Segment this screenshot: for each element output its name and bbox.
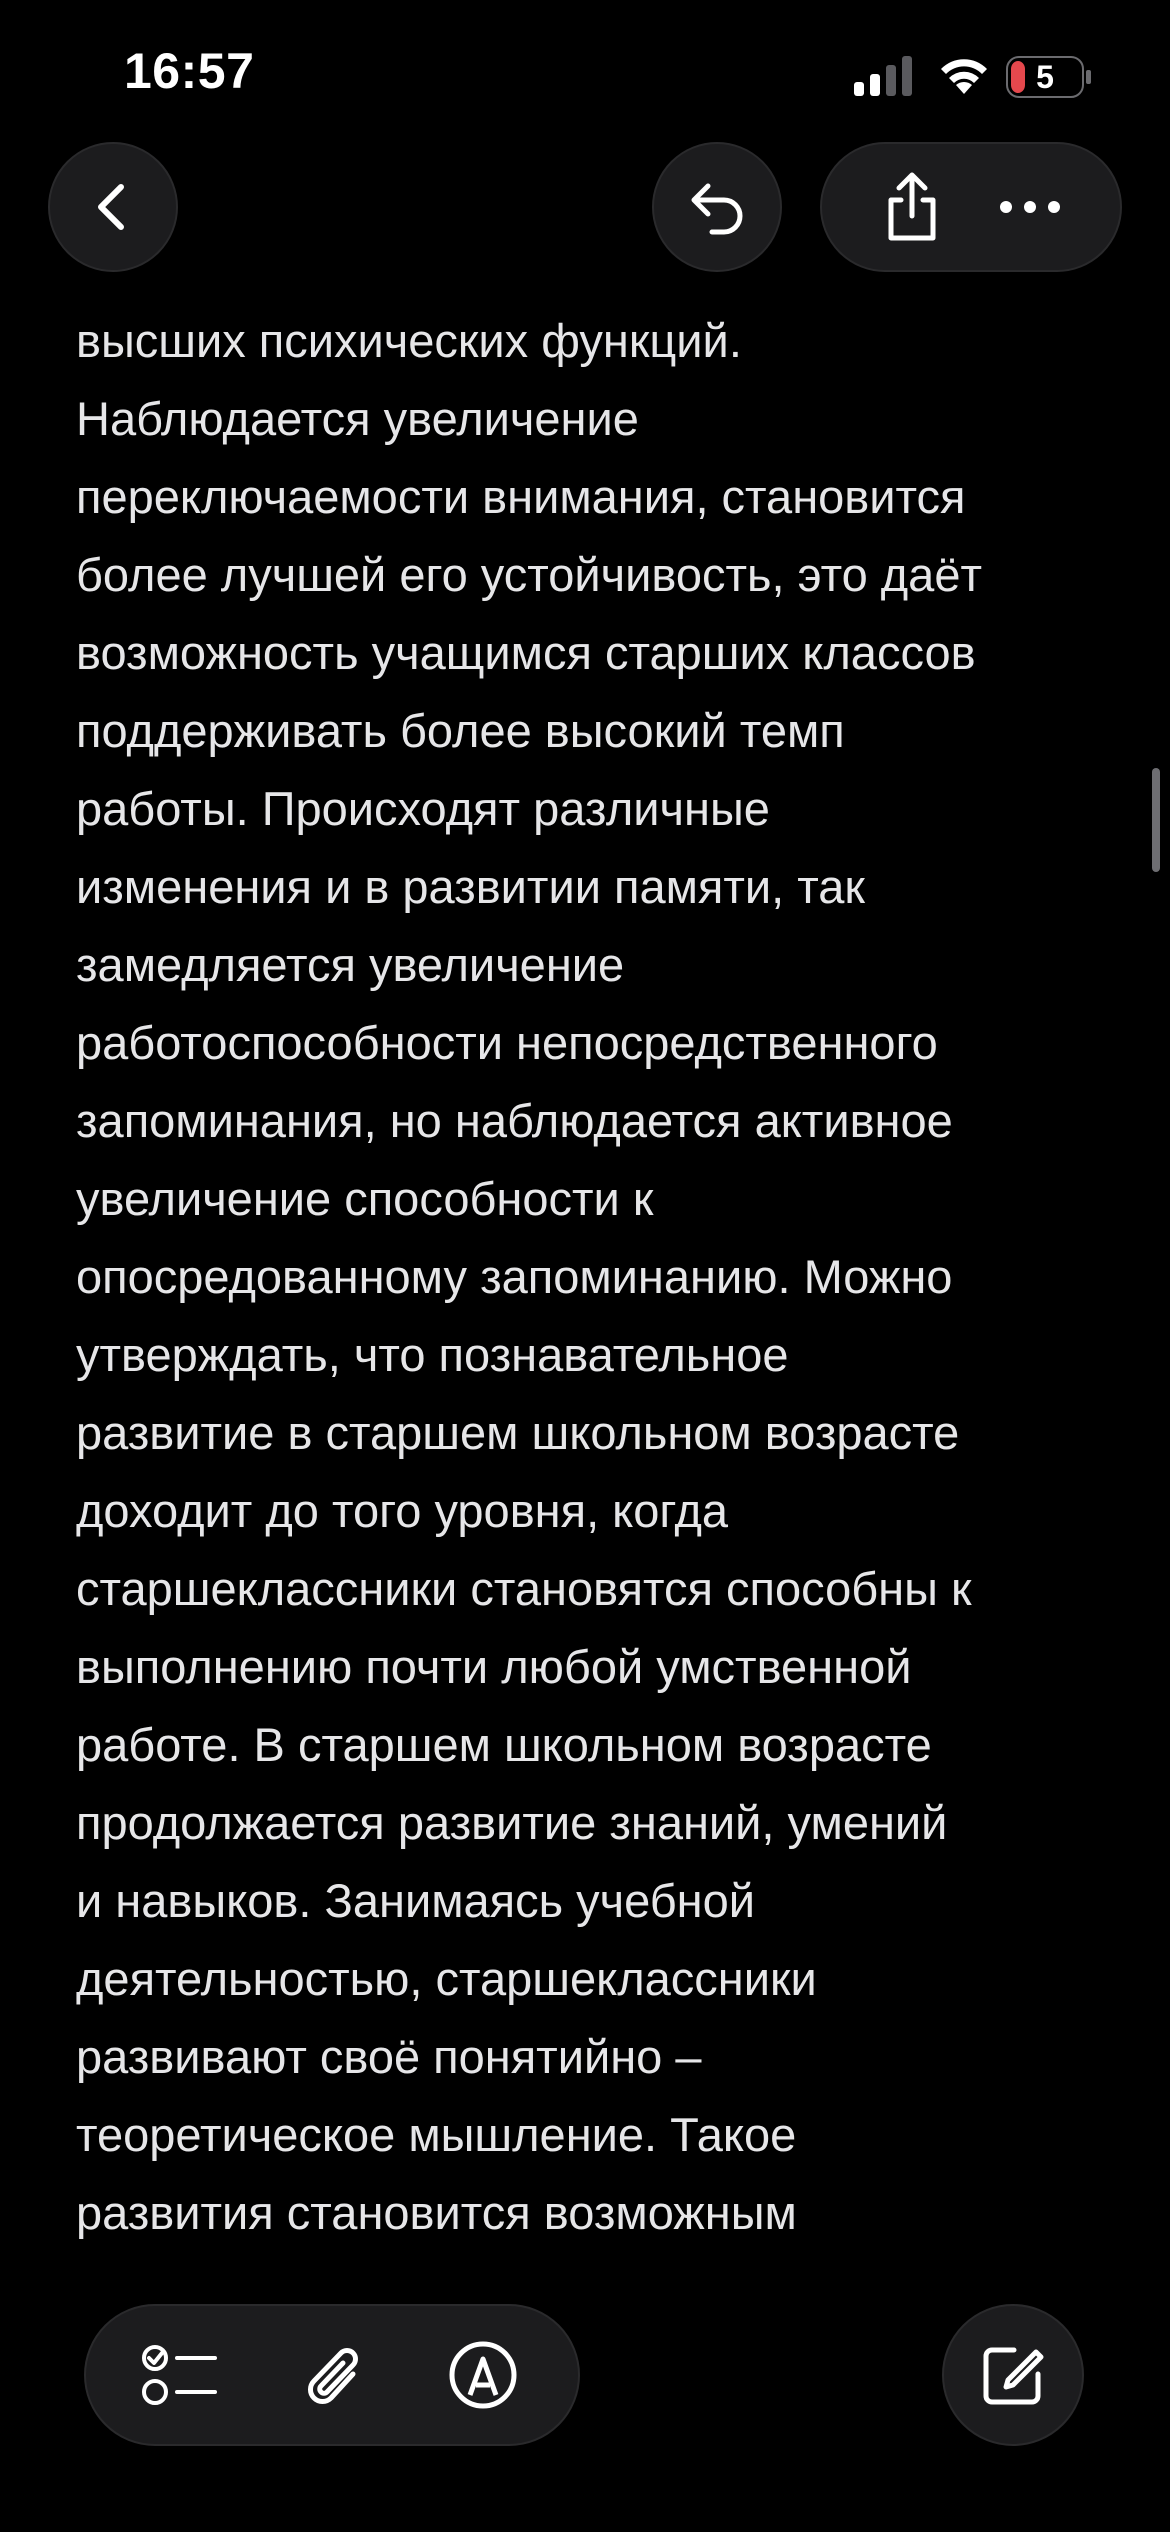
note-text-line: переключаемости внимания, становится (76, 470, 966, 523)
note-text-line: работе. В старшем школьном возрасте (76, 1718, 932, 1771)
note-actions-group (820, 142, 1122, 272)
note-text-line: выполнению почти любой умственной (76, 1640, 912, 1693)
undo-icon (691, 183, 743, 235)
note-text-line: более лучшей его устойчивость, это даёт (76, 548, 982, 601)
attachment-button[interactable] (277, 2320, 387, 2430)
note-text-line: развивают своё понятийно – (76, 2030, 702, 2083)
back-button[interactable] (48, 142, 178, 272)
markup-pen-icon (449, 2341, 517, 2409)
status-bar: 16:57 5 (0, 0, 1170, 140)
compose-icon (983, 2347, 1044, 2405)
note-text-line: развития становится возможным (76, 2186, 797, 2239)
cellular-signal-icon (854, 56, 912, 96)
note-text-line: работы. Происходят различные (76, 782, 770, 835)
note-text-line: деятельностью, старшеклассники (76, 1952, 817, 2005)
note-text-line: утверждать, что познавательное (76, 1328, 789, 1381)
note-text-line: замедляется увеличение (76, 938, 625, 991)
note-text-line: поддерживать более высокий темп (76, 704, 845, 757)
note-text-line: запоминания, но наблюдается активное (76, 1094, 953, 1147)
note-text-line: и навыков. Занимаясь учебной (76, 1874, 756, 1927)
status-time: 16:57 (124, 43, 255, 99)
undo-button[interactable] (652, 142, 782, 272)
note-text-line: высших психических функций. (76, 314, 742, 367)
share-icon (888, 172, 936, 241)
note-text-line: старшеклассники становятся способны к (76, 1562, 972, 1615)
note-text-line: изменения и в развитии памяти, так (76, 860, 865, 913)
note-text-line: увеличение способности к (76, 1172, 654, 1225)
battery-level: 5 (1036, 58, 1054, 95)
note-text-line: возможность учащимся старших классов (76, 626, 976, 679)
note-body[interactable]: высших психических функций. Наблюдается у… (76, 302, 1106, 2282)
scrollbar[interactable] (1152, 768, 1160, 872)
note-text-line: продолжается развитие знаний, умений (76, 1796, 948, 1849)
checklist-button[interactable] (126, 2320, 236, 2430)
bottom-tools-group (84, 2304, 580, 2446)
ellipsis-icon (1000, 201, 1060, 213)
checklist-icon (142, 2345, 218, 2405)
paperclip-icon (308, 2348, 358, 2404)
chevron-left-icon (98, 184, 124, 230)
wifi-icon (941, 59, 987, 94)
note-text-line: опосредованному запоминанию. Можно (76, 1250, 953, 1303)
compose-button[interactable] (942, 2304, 1084, 2446)
note-text-line: работоспособности непосредственного (76, 1016, 938, 1069)
note-text-line: развитие в старшем школьном возрасте (76, 1406, 960, 1459)
note-text-line: доходит до того уровня, когда (76, 1484, 729, 1537)
note-text-line: теоретическое мышление. Такое (76, 2108, 797, 2161)
note-text-line: Наблюдается увеличение (76, 392, 639, 445)
more-button[interactable] (980, 157, 1080, 257)
share-button[interactable] (862, 157, 962, 257)
markup-button[interactable] (428, 2320, 538, 2430)
battery-indicator: 5 (1006, 56, 1092, 98)
